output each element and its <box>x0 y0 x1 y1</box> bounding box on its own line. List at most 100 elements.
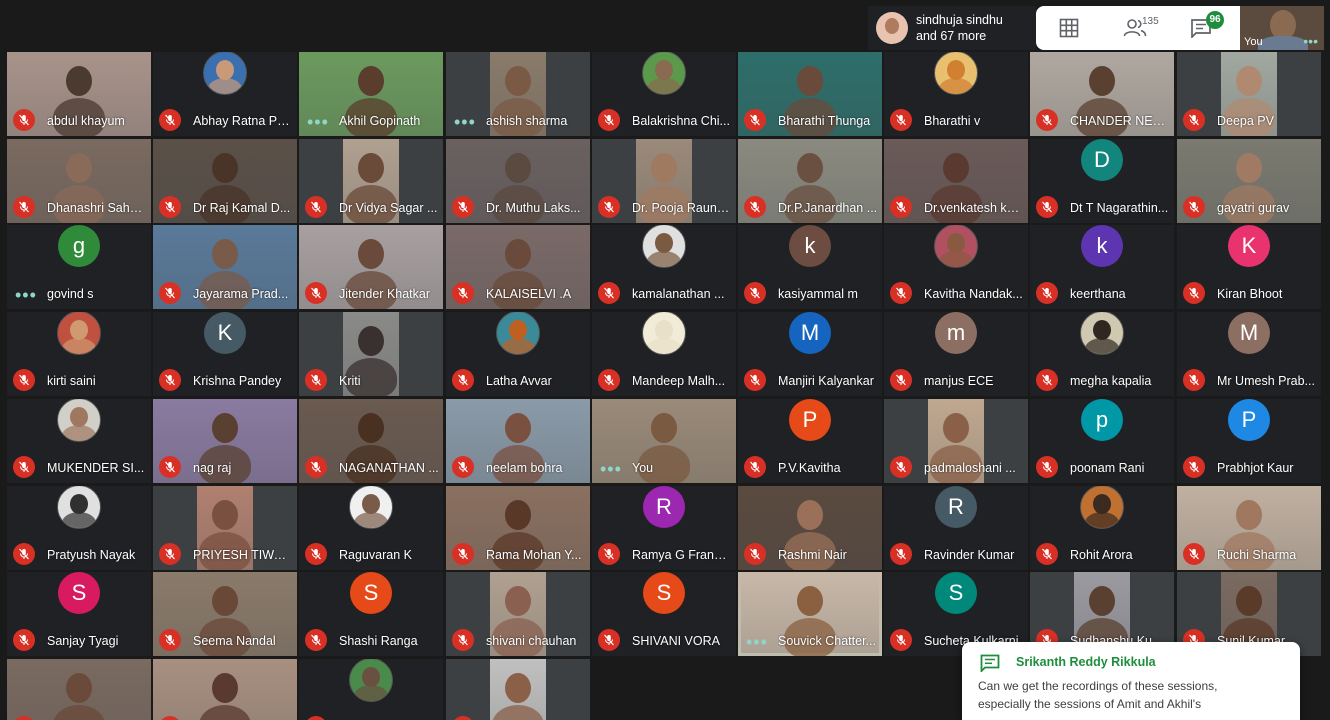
avatar-face <box>70 320 88 340</box>
participant-tile[interactable] <box>7 659 151 720</box>
participant-tile[interactable]: PRIYESH TIWARI <box>153 486 297 570</box>
mic-off-icon <box>165 548 175 560</box>
participant-tile[interactable]: Abhay Ratna Pa... <box>153 52 297 136</box>
participant-tile[interactable]: Dr.venkatesh ku... <box>884 139 1028 223</box>
participant-tile[interactable]: gayatri gurav <box>1177 139 1321 223</box>
participant-tile[interactable]: Raguvaran K <box>299 486 443 570</box>
participant-tile[interactable]: Latha Avvar <box>446 312 590 396</box>
participant-tile[interactable]: Dr Vidya Sagar ... <box>299 139 443 223</box>
participant-tile[interactable]: kirti saini <box>7 312 151 396</box>
participant-tile[interactable]: ••• You <box>592 399 736 483</box>
chat-notification[interactable]: Srikanth Reddy Rikkula Can we get the re… <box>962 642 1300 720</box>
participant-name: P.V.Kavitha <box>778 461 841 475</box>
participant-name: abdul khayum <box>47 114 125 128</box>
participant-tile[interactable]: Bharathi Thunga <box>738 52 882 136</box>
participant-tile[interactable]: Jayarama Prad... <box>153 225 297 309</box>
mic-off-icon <box>311 634 321 646</box>
participant-tile[interactable] <box>446 659 590 720</box>
participant-tile[interactable]: k kasiyammal m <box>738 225 882 309</box>
participant-tile[interactable]: Dr.P.Janardhan ... <box>738 139 882 223</box>
participant-tile[interactable]: abdul khayum <box>7 52 151 136</box>
participant-tile[interactable]: S Shashi Ranga <box>299 572 443 656</box>
participant-tile[interactable]: M Manjiri Kalyankar <box>738 312 882 396</box>
participant-tile[interactable]: KALAISELVI .A <box>446 225 590 309</box>
chat-button[interactable]: 96 <box>1168 6 1234 50</box>
participant-tile[interactable]: MUKENDER SI... <box>7 399 151 483</box>
avatar-body <box>1085 512 1119 528</box>
mic-muted-badge <box>1036 543 1058 565</box>
participant-tile[interactable]: K Kiran Bhoot <box>1177 225 1321 309</box>
mic-muted-badge <box>305 629 327 651</box>
participant-tile[interactable]: Kavitha Nandak... <box>884 225 1028 309</box>
mic-muted-badge <box>13 196 35 218</box>
participant-tile[interactable]: Rashmi Nair <box>738 486 882 570</box>
avatar-body <box>62 512 96 528</box>
participant-tile[interactable]: Seema Nandal <box>153 572 297 656</box>
video-person-head <box>212 413 238 443</box>
participant-tile[interactable]: ••• ashish sharma <box>446 52 590 136</box>
mic-muted-badge <box>598 109 620 131</box>
participant-tile[interactable]: R Ravinder Kumar <box>884 486 1028 570</box>
participant-tile[interactable]: S SHIVANI VORA <box>592 572 736 656</box>
participant-tile[interactable]: Dr Raj Kamal D... <box>153 139 297 223</box>
mic-off-icon <box>311 287 321 299</box>
self-view-tile[interactable]: You ••• <box>1240 6 1324 50</box>
participant-tile[interactable]: Pratyush Nayak <box>7 486 151 570</box>
mic-off-icon <box>750 287 760 299</box>
mic-muted-badge <box>305 196 327 218</box>
participant-tile[interactable]: P Prabhjot Kaur <box>1177 399 1321 483</box>
participant-name: govind s <box>47 287 94 301</box>
profile-avatar <box>934 225 978 268</box>
participant-tile[interactable]: Rohit Arora <box>1030 486 1174 570</box>
participant-tile[interactable]: ••• Akhil Gopinath <box>299 52 443 136</box>
participants-button[interactable]: 135 <box>1102 6 1168 50</box>
participant-tile[interactable]: ••• Souvick Chatter... <box>738 572 882 656</box>
mic-off-icon <box>750 461 760 473</box>
participant-tile[interactable]: nag raj <box>153 399 297 483</box>
participant-tile[interactable]: Rama Mohan Y... <box>446 486 590 570</box>
mic-off-icon <box>311 201 321 213</box>
mic-off-icon <box>604 201 614 213</box>
mic-off-icon <box>19 461 29 473</box>
participant-tile[interactable]: Kriti <box>299 312 443 396</box>
participant-tile[interactable]: D Dt T Nagarathin... <box>1030 139 1174 223</box>
participant-tile[interactable]: S Sanjay Tyagi <box>7 572 151 656</box>
participant-tile[interactable] <box>153 659 297 720</box>
participant-tile[interactable]: Bharathi v <box>884 52 1028 136</box>
participant-tile[interactable]: NAGANATHAN ... <box>299 399 443 483</box>
layout-button[interactable] <box>1036 6 1102 50</box>
participant-tile[interactable]: Dr. Pooja Raund... <box>592 139 736 223</box>
profile-avatar <box>57 399 101 442</box>
participant-tile[interactable]: K Krishna Pandey <box>153 312 297 396</box>
participant-name: nag raj <box>193 461 232 475</box>
participant-tile[interactable] <box>299 659 443 720</box>
mic-muted-badge <box>13 369 35 391</box>
participant-tile[interactable]: Mandeep Malh... <box>592 312 736 396</box>
mic-muted-badge <box>1183 196 1205 218</box>
participant-tile[interactable]: Balakrishna Chi... <box>592 52 736 136</box>
participant-tile[interactable]: padmaloshani ... <box>884 399 1028 483</box>
participant-tile[interactable]: Jitender Khatkar <box>299 225 443 309</box>
participant-tile[interactable]: Dhanashri Saha... <box>7 139 151 223</box>
participant-tile[interactable]: Dr. Muthu Laks... <box>446 139 590 223</box>
mic-off-icon <box>750 548 760 560</box>
participant-tile[interactable]: p poonam Rani <box>1030 399 1174 483</box>
participant-name: neelam bohra <box>486 461 563 475</box>
participant-tile[interactable]: shivani chauhan <box>446 572 590 656</box>
participant-tile[interactable]: neelam bohra <box>446 399 590 483</box>
participant-tile[interactable]: P P.V.Kavitha <box>738 399 882 483</box>
presenting-indicator[interactable]: sindhuja sindhu and 67 more <box>868 6 1036 50</box>
participant-tile[interactable]: M Mr Umesh Prab... <box>1177 312 1321 396</box>
participant-tile[interactable]: R Ramya G Frankl... <box>592 486 736 570</box>
participant-tile[interactable]: Ruchi Sharma <box>1177 486 1321 570</box>
participant-tile[interactable]: kamalanathan ... <box>592 225 736 309</box>
self-view-more-icon[interactable]: ••• <box>1303 34 1318 48</box>
participant-tile[interactable]: m manjus ECE <box>884 312 1028 396</box>
participant-name: kamalanathan ... <box>632 287 725 301</box>
participant-tile[interactable]: k keerthana <box>1030 225 1174 309</box>
participant-tile[interactable]: megha kapalia <box>1030 312 1174 396</box>
participant-tile[interactable]: Deepa PV <box>1177 52 1321 136</box>
participant-tile[interactable]: CHANDER NEN... <box>1030 52 1174 136</box>
participant-tile[interactable]: g ••• govind s <box>7 225 151 309</box>
video-person-head <box>358 153 384 183</box>
